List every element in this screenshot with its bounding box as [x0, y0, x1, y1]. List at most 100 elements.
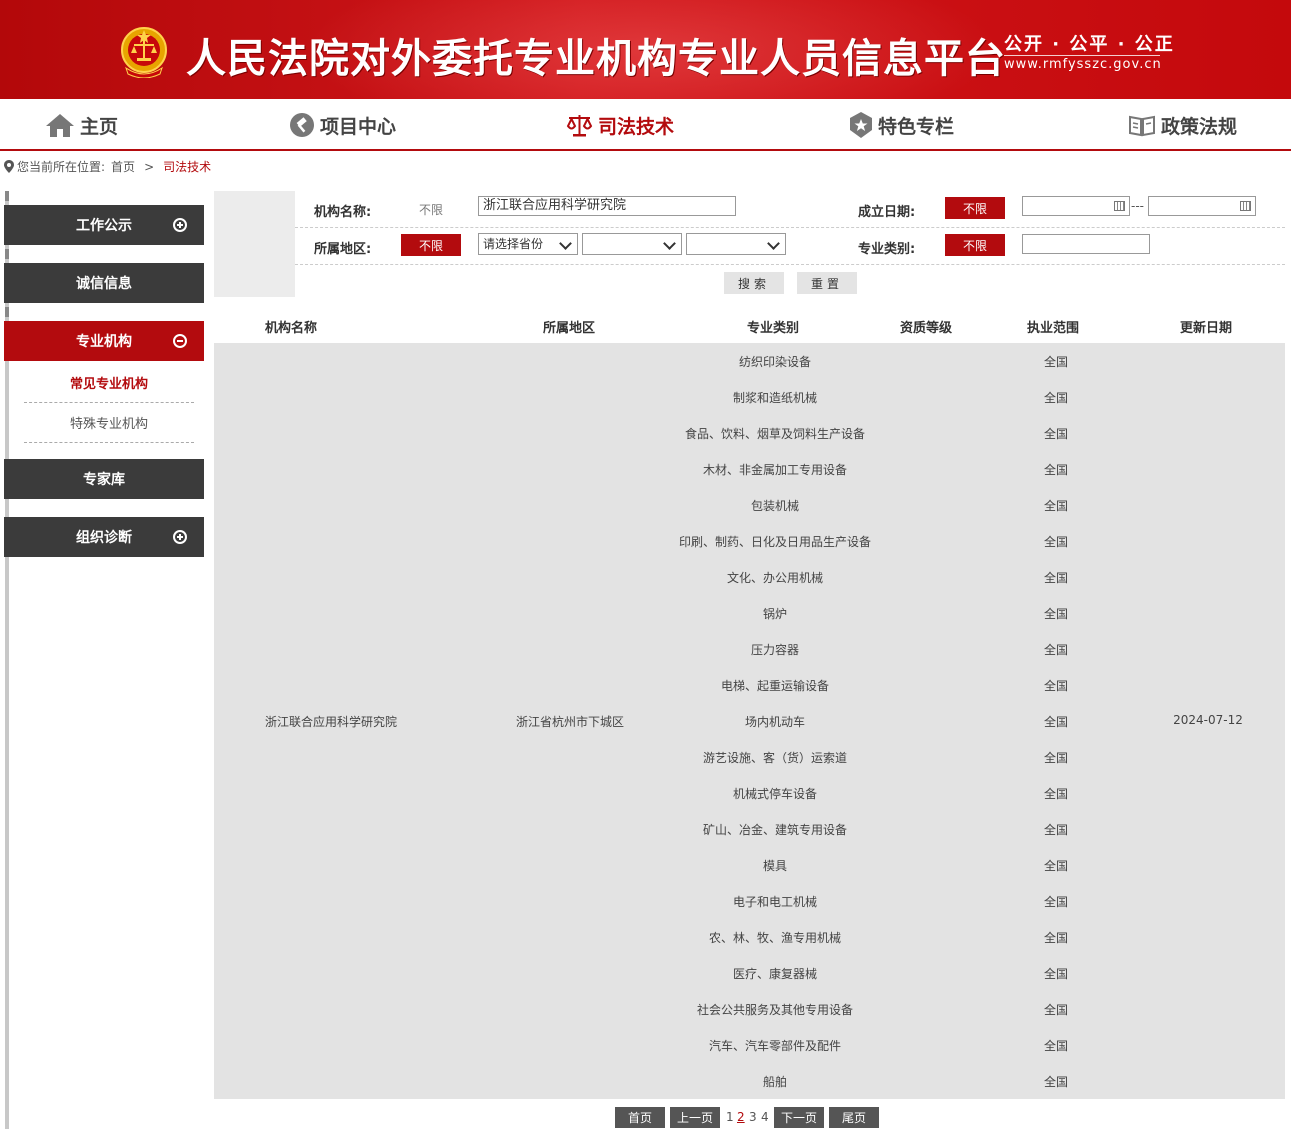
nav-item-home[interactable]: 主页 — [45, 111, 118, 139]
column-header-category: 专业类别 — [747, 321, 800, 336]
category-cell: 食品、饮料、烟草及饲料生产设备 — [684, 427, 866, 441]
sidebar-menu-label: 诚信信息 — [76, 276, 132, 292]
pagination-page-1[interactable]: 1 — [726, 1110, 734, 1124]
results-table-header: 机构名称 所属地区 专业类别 资质等级 执业范围 更新日期 — [214, 306, 1285, 343]
sidebar-menu-credit-info[interactable]: 诚信信息 — [4, 263, 204, 303]
sidebar-subitem-special-orgs[interactable]: 特殊专业机构 — [24, 403, 194, 443]
location-pin-icon — [4, 160, 14, 173]
search-button[interactable]: 搜索 — [724, 272, 784, 294]
column-header-org-name: 机构名称 — [265, 321, 318, 336]
category-cell: 医疗、康复器械 — [732, 967, 818, 981]
sidebar-subitem-common-orgs[interactable]: 常见专业机构 — [24, 363, 194, 403]
breadcrumb: 您当前所在位置: 首页 > 司法技术 — [4, 158, 211, 175]
category-cell: 场内机动车 — [744, 715, 806, 729]
city-select[interactable] — [582, 233, 682, 255]
book-icon — [1129, 115, 1155, 137]
org-name-cell[interactable]: 浙江联合应用科学研究院 — [265, 713, 397, 730]
org-name-input[interactable]: 浙江联合应用科学研究院 — [478, 196, 736, 216]
breadcrumb-prefix: 您当前所在位置: — [17, 160, 106, 174]
collapse-icon[interactable] — [173, 334, 187, 348]
date-range-separator: --- — [1131, 199, 1144, 213]
chevron-down-icon — [663, 237, 676, 250]
nav-item-policy[interactable]: 政策法规 — [1128, 111, 1237, 139]
category-cell: 船舶 — [762, 1075, 788, 1089]
scope-cell: 全国 — [1043, 571, 1069, 585]
pagination-page-2[interactable]: 2 — [737, 1110, 745, 1124]
found-date-start-input[interactable] — [1022, 196, 1130, 216]
scope-cell: 全国 — [1043, 859, 1069, 873]
category-cell: 纺织印染设备 — [738, 355, 812, 369]
site-url: www.rmfysszc.gov.cn — [1004, 57, 1162, 72]
category-cell: 矿山、冶金、建筑专用设备 — [702, 823, 848, 837]
sidebar-menu-expert-library[interactable]: 专家库 — [4, 459, 204, 499]
gavel-icon — [290, 113, 314, 137]
scope-cell: 全国 — [1043, 823, 1069, 837]
pagination-first-button[interactable]: 首页 — [615, 1107, 665, 1128]
found-date-label: 成立日期: — [858, 205, 916, 220]
category-cell: 电子和电工机械 — [732, 895, 818, 909]
nav-item-judicial-tech[interactable]: 司法技术 — [566, 111, 674, 139]
nav-item-features[interactable]: 特色专栏 — [849, 111, 954, 139]
filter-row-region-category: 所属地区: 不限 请选择省份 专业类别: 不限 — [295, 228, 1285, 265]
site-title: 人民法院对外委托专业机构专业人员信息平台 — [186, 36, 1006, 82]
expand-icon[interactable] — [173, 530, 187, 544]
category-input[interactable] — [1022, 234, 1150, 254]
filter-row-name-date: 机构名称: 不限 浙江联合应用科学研究院 成立日期: 不限 --- — [295, 191, 1285, 228]
category-cell: 包装机械 — [750, 499, 800, 513]
breadcrumb-current[interactable]: 司法技术 — [163, 158, 211, 175]
sidebar-menu-org-diagnosis[interactable]: 组织诊断 — [4, 517, 204, 557]
pagination-page-4[interactable]: 4 — [761, 1110, 769, 1124]
province-select[interactable]: 请选择省份 — [478, 233, 578, 255]
scope-cell: 全国 — [1043, 643, 1069, 657]
sidebar-submenu: 常见专业机构 特殊专业机构 — [9, 362, 204, 455]
scope-cell: 全国 — [1043, 355, 1069, 369]
scales-icon — [566, 115, 593, 137]
calendar-icon[interactable] — [1114, 201, 1125, 211]
pagination-last-button[interactable]: 尾页 — [829, 1107, 879, 1128]
nav-label-home: 主页 — [80, 115, 119, 138]
chevron-down-icon — [767, 237, 780, 250]
scope-cell: 全国 — [1043, 427, 1069, 441]
filter-gutter — [214, 191, 295, 297]
expand-icon[interactable] — [173, 218, 187, 232]
found-date-any-button[interactable]: 不限 — [945, 197, 1005, 219]
category-cell: 游艺设施、客（货）运索道 — [702, 751, 848, 765]
slogan-divider — [1004, 55, 1160, 56]
header-banner: 人民法院对外委托专业机构专业人员信息平台 公开 · 公平 · 公正 www.rm… — [0, 0, 1291, 99]
pagination-prev-button[interactable]: 上一页 — [670, 1107, 720, 1128]
sidebar-menu-professional-orgs[interactable]: 专业机构 — [4, 321, 204, 361]
scope-cell: 全国 — [1043, 391, 1069, 405]
category-cell: 模具 — [762, 859, 788, 873]
district-select[interactable] — [686, 233, 786, 255]
region-any-button[interactable]: 不限 — [401, 234, 461, 256]
category-cell: 木材、非金属加工专用设备 — [702, 463, 848, 477]
calendar-icon[interactable] — [1240, 201, 1251, 211]
breadcrumb-home-link[interactable]: 首页 — [111, 158, 135, 175]
scope-cell: 全国 — [1043, 1039, 1069, 1053]
found-date-end-input[interactable] — [1148, 196, 1256, 216]
category-any-button[interactable]: 不限 — [945, 234, 1005, 256]
category-cell: 机械式停车设备 — [732, 787, 818, 801]
sidebar-rail-tick — [5, 191, 9, 201]
org-name-any-option[interactable]: 不限 — [419, 201, 443, 218]
column-header-region: 所属地区 — [543, 321, 596, 336]
sidebar-menu-label: 组织诊断 — [76, 530, 132, 546]
pagination-next-button[interactable]: 下一页 — [774, 1107, 824, 1128]
nav-item-projects[interactable]: 项目中心 — [289, 111, 396, 139]
pagination-page-3[interactable]: 3 — [749, 1110, 757, 1124]
nav-label-features: 特色专栏 — [878, 115, 955, 138]
scope-cell: 全国 — [1043, 463, 1069, 477]
org-name-label: 机构名称: — [314, 205, 372, 220]
reset-button[interactable]: 重置 — [797, 272, 857, 294]
scope-cell: 全国 — [1043, 967, 1069, 981]
scope-cell: 全国 — [1043, 679, 1069, 693]
scope-cell: 全国 — [1043, 715, 1069, 729]
home-icon — [46, 114, 74, 137]
sidebar-rail-tick — [5, 249, 9, 259]
site-slogan: 公开 · 公平 · 公正 — [1004, 34, 1175, 55]
scope-cell: 全国 — [1043, 787, 1069, 801]
category-cell: 农、林、牧、渔专用机械 — [708, 931, 842, 945]
sidebar-menu-work-notice[interactable]: 工作公示 — [4, 205, 204, 245]
results-table-body: 浙江联合应用科学研究院 浙江省杭州市下城区 2024-07-12 纺织印染设备全… — [214, 343, 1285, 1099]
scope-cell: 全国 — [1043, 1003, 1069, 1017]
